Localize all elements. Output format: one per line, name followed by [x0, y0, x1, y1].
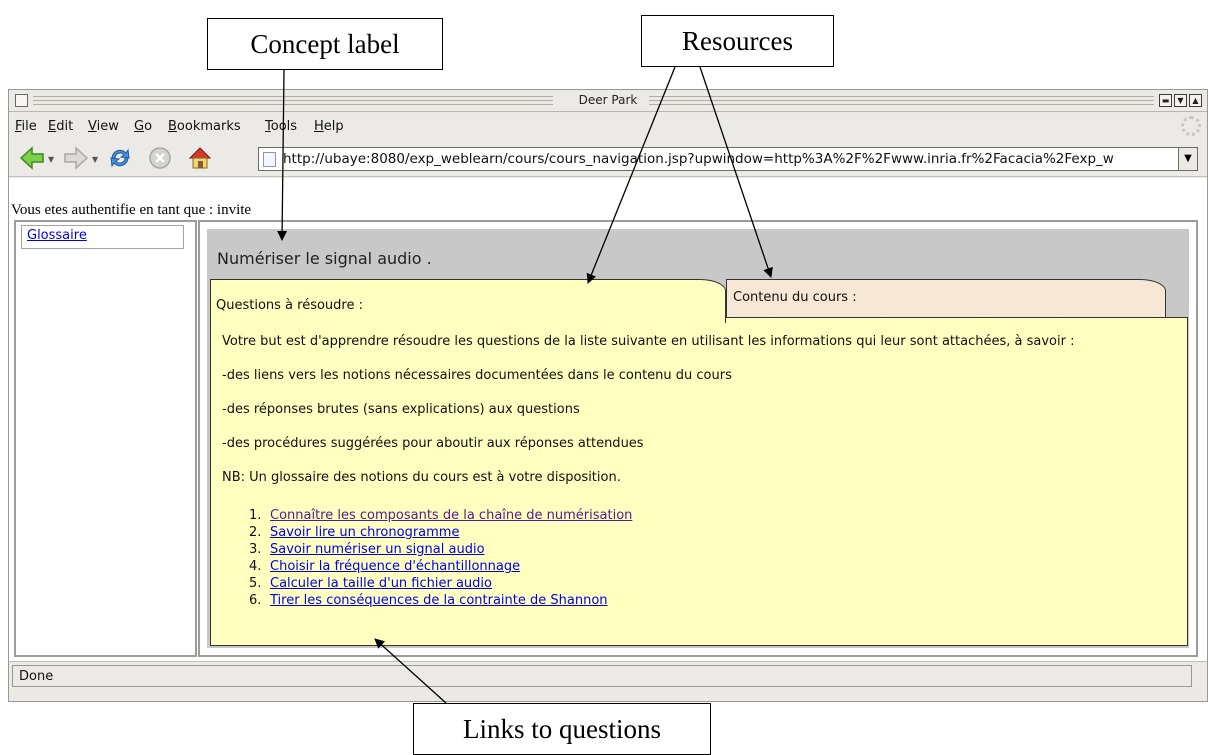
question-item: 4. Choisir la fréquence d'échantillonnage — [249, 558, 632, 575]
menu-edit[interactable]: Edit — [48, 119, 73, 134]
question-link[interactable]: Connaître les composants de la chaîne de… — [270, 508, 632, 523]
status-text: Done — [12, 665, 1192, 687]
question-item: 5. Calculer la taille d'un fichier audio — [249, 575, 632, 592]
question-number: 5. — [249, 576, 262, 591]
callout-resources: Resources — [641, 15, 834, 67]
questions-list: 1. Connaître les composants de la chaîne … — [249, 507, 632, 609]
question-item: 2. Savoir lire un chronogramme — [249, 524, 632, 541]
forward-dropdown-icon[interactable]: ▼ — [92, 155, 98, 164]
page-icon — [263, 152, 276, 167]
minimize-button[interactable]: ▬ — [1159, 94, 1172, 107]
menu-bookmarks[interactable]: Bookmarks — [168, 119, 241, 134]
address-bar[interactable]: http://ubaye:8080/exp_weblearn/cours/cou… — [258, 147, 1198, 171]
question-link[interactable]: Tirer les conséquences de la contrainte … — [270, 593, 608, 608]
stop-icon[interactable] — [147, 145, 173, 171]
menu-go[interactable]: Go — [134, 119, 152, 134]
page-content: Vous etes authentifie en tant que : invi… — [9, 178, 1207, 661]
resource-line-procedures: -des procédures suggérées pour aboutir a… — [222, 436, 644, 451]
home-icon[interactable] — [187, 145, 213, 171]
callout-links-text: Links to questions — [462, 713, 661, 744]
callout-concept-label: Concept label — [207, 18, 443, 70]
menu-view[interactable]: View — [88, 119, 119, 134]
auth-status-text: Vous etes authentifie en tant que : invi… — [11, 202, 252, 218]
glossary-link[interactable]: Glossaire — [27, 228, 87, 243]
menu-bar: File Edit View Go Bookmarks Tools Help — [9, 113, 1207, 139]
question-item: 6. Tirer les conséquences de la contraint… — [249, 592, 632, 609]
question-number: 2. — [249, 525, 262, 540]
concept-title: Numériser le signal audio . — [217, 249, 432, 268]
question-link[interactable]: Choisir la fréquence d'échantillonnage — [270, 559, 520, 574]
question-item: 1. Connaître les composants de la chaîne … — [249, 507, 632, 524]
forward-arrow-icon[interactable] — [63, 145, 89, 171]
resource-line-answers: -des réponses brutes (sans explications)… — [222, 402, 580, 417]
resource-line-notions: -des liens vers les notions nécessaires … — [222, 368, 732, 383]
url-input[interactable]: http://ubaye:8080/exp_weblearn/cours/cou… — [283, 151, 1163, 167]
back-arrow-icon[interactable] — [19, 145, 45, 171]
tab-questions[interactable]: Questions à résoudre : — [210, 279, 726, 323]
question-number: 6. — [249, 593, 262, 608]
left-frame: Glossaire — [14, 220, 197, 657]
back-dropdown-icon[interactable]: ▼ — [48, 155, 54, 164]
menu-help[interactable]: Help — [314, 119, 344, 134]
tab-questions-label: Questions à résoudre : — [216, 298, 363, 313]
navigation-toolbar: ▼ ▼ http://ubaye:8080/exp_weblearn/cours… — [9, 139, 1207, 177]
maximize-button[interactable]: ▲ — [1189, 94, 1202, 107]
callout-links-to-questions: Links to questions — [413, 703, 711, 755]
question-link[interactable]: Savoir numériser un signal audio — [270, 542, 485, 557]
title-bar: Deer Park ▬ ▼ ▲ — [9, 90, 1207, 112]
callout-resources-text: Resources — [682, 25, 793, 56]
status-bar: Done — [9, 661, 1207, 689]
url-dropdown-button[interactable]: ▼ — [1178, 147, 1198, 171]
question-number: 3. — [249, 542, 262, 557]
glossary-box: Glossaire — [21, 225, 184, 249]
window-title: Deer Park — [9, 93, 1207, 107]
throbber-icon — [1181, 116, 1201, 136]
tab-course-content-label: Contenu du cours : — [733, 290, 857, 305]
callout-concept-label-text: Concept label — [250, 28, 400, 59]
questions-panel: Votre but est d'apprendre résoudre les q… — [210, 317, 1188, 646]
question-number: 4. — [249, 559, 262, 574]
concept-container: Numériser le signal audio . Contenu du c… — [207, 229, 1189, 648]
browser-window: Deer Park ▬ ▼ ▲ File Edit View Go Bookma… — [8, 89, 1208, 702]
question-link[interactable]: Calculer la taille d'un fichier audio — [270, 576, 492, 591]
question-item: 3. Savoir numériser un signal audio — [249, 541, 632, 558]
question-link[interactable]: Savoir lire un chronogramme — [270, 525, 459, 540]
menu-tools[interactable]: Tools — [265, 119, 297, 134]
intro-paragraph: Votre but est d'apprendre résoudre les q… — [222, 334, 1075, 349]
shade-button[interactable]: ▼ — [1174, 94, 1187, 107]
glossary-note: NB: Un glossaire des notions du cours es… — [222, 470, 621, 485]
reload-icon[interactable] — [107, 145, 133, 171]
menu-file[interactable]: File — [15, 119, 37, 134]
tab-course-content[interactable]: Contenu du cours : — [726, 279, 1166, 318]
question-number: 1. — [249, 508, 262, 523]
right-frame: Numériser le signal audio . Contenu du c… — [198, 220, 1198, 657]
